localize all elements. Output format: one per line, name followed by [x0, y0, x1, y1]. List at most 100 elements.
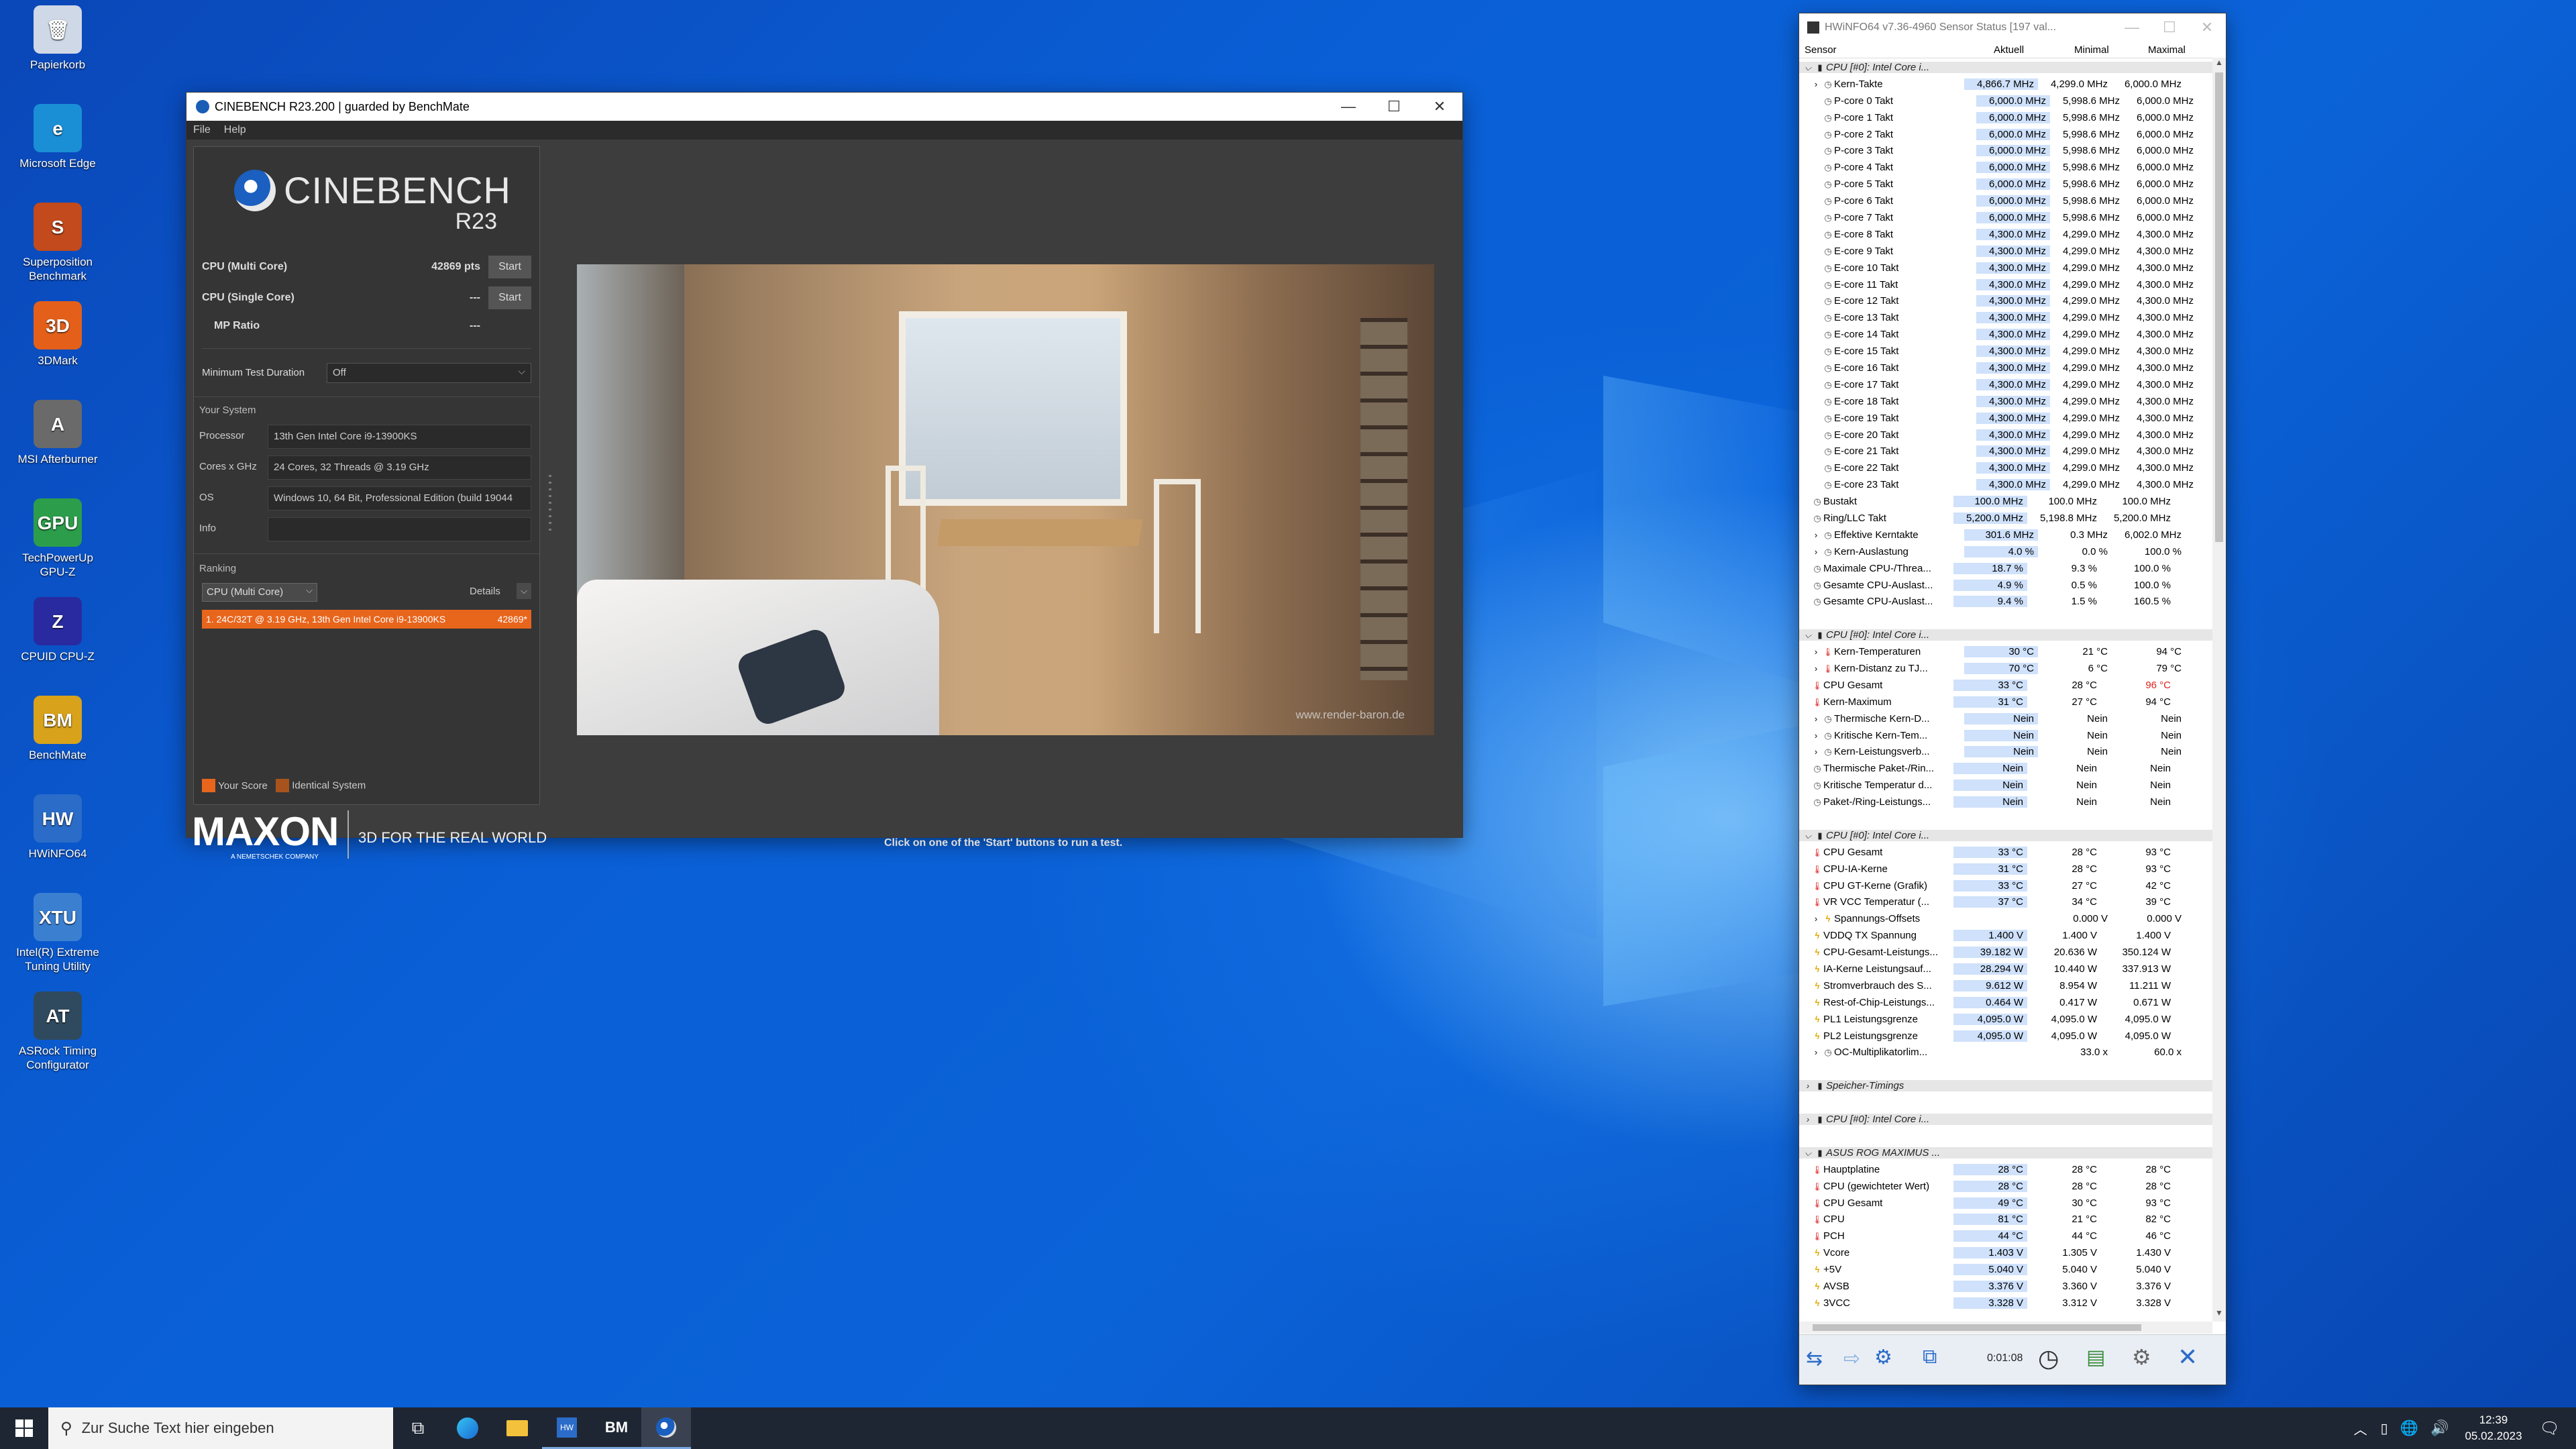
sensor-row[interactable]: ◷ Paket-/Ring-Leistungs... Nein Nein Nein	[1799, 794, 2212, 810]
sensor-row[interactable]: ϟ Vcore 1.403 V 1.305 V 1.430 V	[1799, 1244, 2212, 1261]
panel-resize-handle[interactable]	[549, 475, 551, 535]
ranking-select[interactable]: CPU (Multi Core) ⌵	[202, 583, 317, 602]
close-button[interactable]: ✕	[1417, 93, 1462, 121]
network-icon[interactable]: ⚙	[1874, 1346, 1892, 1369]
sensor-row[interactable]: ◷ Bustakt 100.0 MHz 100.0 MHz 100.0 MHz	[1799, 493, 2212, 510]
sensor-row[interactable]: ◷ Gesamte CPU-Auslast... 9.4 % 1.5 % 160.5 %	[1799, 594, 2212, 610]
cinebench-window[interactable]: CINEBENCH R23.200 | guarded by BenchMate…	[186, 93, 1462, 861]
sensor-row[interactable]: ϟ Stromverbrauch des S... 9.612 W 8.954 W 11…	[1799, 977, 2212, 994]
desktop-icon[interactable]: GPU TechPowerUp GPU-Z	[12, 498, 103, 579]
expand-chevron-icon[interactable]: ›	[1810, 1047, 1822, 1057]
notifications-icon[interactable]: 🗨	[2540, 1419, 2560, 1438]
sensor-row[interactable]: ◷ P-core 7 Takt 6,000.0 MHz 5,998.6 MHz 6,00…	[1799, 209, 2212, 226]
sensor-row[interactable]: ◷ P-core 6 Takt 6,000.0 MHz 5,998.6 MHz 6,00…	[1799, 193, 2212, 209]
hwinfo-titlebar[interactable]: HWiNFO64 v7.36-4960 Sensor Status [197 v…	[1799, 13, 2226, 42]
processor-field[interactable]: 13th Gen Intel Core i9-13900KS	[268, 425, 531, 449]
report-icon[interactable]: ▤	[2086, 1346, 2105, 1369]
sensor-row[interactable]: ◷ E-core 13 Takt 4,300.0 MHz 4,299.0 MHz 4,3…	[1799, 309, 2212, 326]
sensor-row[interactable]: ϟ CPU-Gesamt-Leistungs... 39.182 W 20.636 W…	[1799, 944, 2212, 961]
horizontal-scrollbar[interactable]	[1799, 1322, 2212, 1334]
sensor-row[interactable]: 🌡VR VCC Temperatur (... 37 °C 34 °C 39 °C	[1799, 894, 2212, 911]
minimize-button[interactable]: —	[2113, 13, 2151, 42]
sensor-row[interactable]: ◷ E-core 16 Takt 4,300.0 MHz 4,299.0 MHz 4,3…	[1799, 360, 2212, 376]
hwinfo-taskbar-icon[interactable]: HW	[542, 1407, 592, 1449]
scroll-down-arrow-icon[interactable]: ▼	[2212, 1308, 2226, 1322]
expand-chevron-icon[interactable]: ›	[1810, 79, 1822, 89]
sensor-group-header[interactable]: › ▮ CPU [#0]: Intel Core i...	[1799, 1111, 2212, 1128]
sensor-row[interactable]: ϟ 3VCC 3.328 V 3.312 V 3.328 V	[1799, 1295, 2212, 1311]
sensor-row[interactable]: ◷ E-core 11 Takt 4,300.0 MHz 4,299.0 MHz 4,3…	[1799, 276, 2212, 293]
column-current[interactable]: Aktuell	[1994, 44, 2024, 56]
sensor-row[interactable]: ϟ IA-Kerne Leistungsauf... 28.294 W 10.440 …	[1799, 961, 2212, 977]
desktop-icon[interactable]: e Microsoft Edge	[12, 104, 103, 170]
multi-core-start-button[interactable]: Start	[488, 256, 531, 278]
nav-next-icon[interactable]: ⇨	[1843, 1347, 1860, 1371]
file-explorer-icon[interactable]	[492, 1407, 542, 1449]
expand-chevron-icon[interactable]: ›	[1810, 647, 1822, 657]
sensor-row[interactable]: ◷ P-core 1 Takt 6,000.0 MHz 5,998.6 MHz 6,00…	[1799, 109, 2212, 126]
sensor-row[interactable]: ◷ E-core 18 Takt 4,300.0 MHz 4,299.0 MHz 4,3…	[1799, 393, 2212, 410]
sensor-row[interactable]: ◷ Ring/LLC Takt 5,200.0 MHz 5,198.8 MHz 5,20…	[1799, 510, 2212, 527]
single-core-start-button[interactable]: Start	[488, 286, 531, 309]
expand-chevron-icon[interactable]: ›	[1810, 914, 1822, 924]
settings-icon[interactable]: ⚙	[2132, 1344, 2151, 1370]
sensor-row[interactable]: ◷ P-core 3 Takt 6,000.0 MHz 5,998.6 MHz 6,00…	[1799, 142, 2212, 159]
sensor-row[interactable]: ◷ E-core 17 Takt 4,300.0 MHz 4,299.0 MHz 4,3…	[1799, 376, 2212, 393]
expand-chevron-icon[interactable]: ›	[1810, 747, 1822, 757]
sensor-row[interactable]: ϟ AVSB 3.376 V 3.360 V 3.376 V	[1799, 1278, 2212, 1295]
sensor-list[interactable]: ⌵ ▮ CPU [#0]: Intel Core i... › ◷ Kern-Takte 4…	[1799, 59, 2212, 1320]
sensor-row[interactable]: ◷ P-core 5 Takt 6,000.0 MHz 5,998.6 MHz 6,00…	[1799, 176, 2212, 193]
h-scroll-thumb[interactable]	[1813, 1324, 2141, 1331]
sensor-group-header[interactable]: ⌵ ▮ CPU [#0]: Intel Core i...	[1799, 59, 2212, 76]
sensor-row[interactable]: › ◷ Effektive Kerntakte 301.6 MHz 0.3 MHz 6,0…	[1799, 527, 2212, 543]
close-hwinfo-icon[interactable]: ✕	[2178, 1343, 2198, 1371]
sensor-row[interactable]: › ◷ OC-Multiplikatorlim... 33.0 x 60.0 x	[1799, 1044, 2212, 1061]
sensor-row[interactable]: › ◷ Thermische Kern-D... Nein Nein Nein	[1799, 710, 2212, 727]
sensor-row[interactable]: ϟ PL1 Leistungsgrenze 4,095.0 W 4,095.0 W 4,…	[1799, 1011, 2212, 1028]
desktop-icon[interactable]: AT ASRock Timing Configurator	[12, 991, 103, 1072]
chevron-right-icon[interactable]: ›	[1802, 1114, 1814, 1124]
expand-chevron-icon[interactable]: ›	[1810, 530, 1822, 540]
taskbar-search[interactable]: ⚲ Zur Suche Text hier eingeben	[48, 1407, 393, 1449]
chevron-down-icon[interactable]: ⌵	[1802, 62, 1814, 73]
maximize-button[interactable]: ☐	[2151, 13, 2188, 42]
desktop-icon[interactable]: S Superposition Benchmark	[12, 203, 103, 283]
sensor-row[interactable]: 🌡Kern-Maximum 31 °C 27 °C 94 °C	[1799, 694, 2212, 710]
sensor-row[interactable]: 🌡CPU (gewichteter Wert) 28 °C 28 °C 28 °C	[1799, 1178, 2212, 1195]
cores-field[interactable]: 24 Cores, 32 Threads @ 3.19 GHz	[268, 455, 531, 480]
sensor-group-header[interactable]: ⌵ ▮ CPU [#0]: Intel Core i...	[1799, 627, 2212, 644]
nav-back-forward-icon[interactable]: ⇆	[1806, 1347, 1823, 1371]
expand-chevron-icon[interactable]: ›	[1810, 731, 1822, 741]
start-button[interactable]	[0, 1407, 48, 1449]
tray-chevron-icon[interactable]: ︿	[2354, 1419, 2367, 1438]
menu-file[interactable]: File	[186, 124, 217, 136]
sensor-row[interactable]: ◷ Kritische Temperatur d... Nein Nein Nein	[1799, 777, 2212, 794]
min-duration-select[interactable]: Off ⌵	[327, 363, 531, 383]
sensor-row[interactable]: › ◷ Kern-Takte 4,866.7 MHz 4,299.0 MHz 6,000.…	[1799, 76, 2212, 93]
edge-taskbar-icon[interactable]	[443, 1407, 492, 1449]
sensor-row[interactable]: ◷ E-core 22 Takt 4,300.0 MHz 4,299.0 MHz 4,3…	[1799, 460, 2212, 476]
column-sensor[interactable]: Sensor	[1805, 44, 1837, 56]
sensor-row[interactable]: › 🌡Kern-Distanz zu TJ... 70 °C 6 °C 79 °C	[1799, 660, 2212, 677]
chevron-down-icon[interactable]: ⌵	[1802, 630, 1814, 641]
sensor-row[interactable]: ◷ P-core 2 Takt 6,000.0 MHz 5,998.6 MHz 6,00…	[1799, 126, 2212, 143]
os-field[interactable]: Windows 10, 64 Bit, Professional Edition…	[268, 486, 531, 511]
close-button[interactable]: ✕	[2188, 13, 2226, 42]
task-view-icon[interactable]: ⧉	[393, 1407, 443, 1449]
sensor-row[interactable]: ◷ P-core 0 Takt 6,000.0 MHz 5,998.6 MHz 6,00…	[1799, 93, 2212, 109]
ranking-entry[interactable]: 1. 24C/32T @ 3.19 GHz, 13th Gen Intel Co…	[202, 610, 531, 629]
sensor-row[interactable]: ◷ E-core 23 Takt 4,300.0 MHz 4,299.0 MHz 4,3…	[1799, 476, 2212, 493]
volume-icon[interactable]: 🔊	[2430, 1419, 2449, 1437]
scroll-up-arrow-icon[interactable]: ▲	[2212, 58, 2226, 71]
sensor-row[interactable]: ◷ E-core 19 Takt 4,300.0 MHz 4,299.0 MHz 4,3…	[1799, 410, 2212, 427]
chevron-down-icon[interactable]: ⌵	[1802, 1148, 1814, 1159]
sensor-row[interactable]: ϟ VDDQ TX Spannung 1.400 V 1.400 V 1.400 V	[1799, 927, 2212, 944]
sensor-row[interactable]: 🌡PCH 44 °C 44 °C 46 °C	[1799, 1228, 2212, 1244]
sensor-row[interactable]: ◷ E-core 21 Takt 4,300.0 MHz 4,299.0 MHz 4,3…	[1799, 443, 2212, 460]
sensor-row[interactable]: 🌡CPU Gesamt 33 °C 28 °C 93 °C	[1799, 844, 2212, 861]
desktop-icon[interactable]: 🗑 Papierkorb	[12, 5, 103, 72]
hwinfo-window[interactable]: HWiNFO64 v7.36-4960 Sensor Status [197 v…	[1799, 13, 2226, 1385]
benchmate-taskbar-icon[interactable]: BM	[592, 1407, 641, 1449]
desktop-icon[interactable]: BM BenchMate	[12, 696, 103, 762]
sensor-row[interactable]: ◷ E-core 15 Takt 4,300.0 MHz 4,299.0 MHz 4,3…	[1799, 343, 2212, 360]
